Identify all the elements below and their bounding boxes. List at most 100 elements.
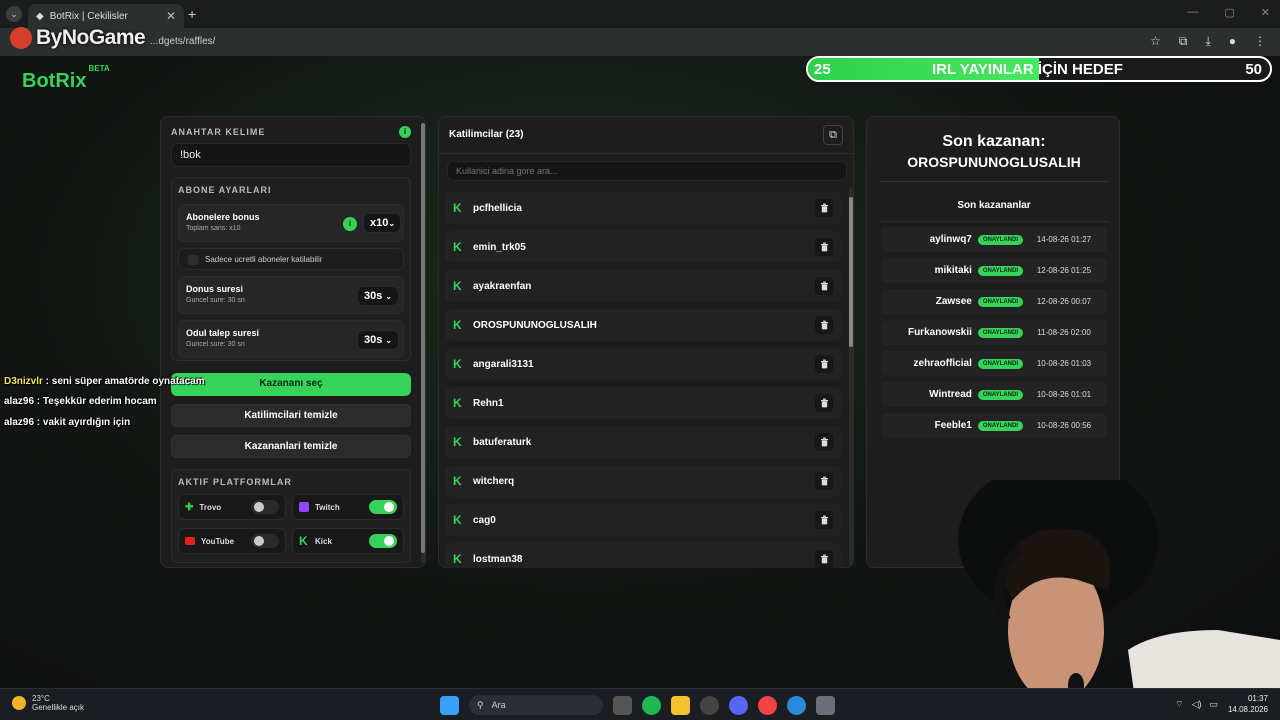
trash-icon[interactable] [815,199,833,217]
battery-icon[interactable]: ▭ [1209,699,1218,710]
download-icon[interactable]: ⤓ [1205,34,1210,49]
browser-tab[interactable]: ◆ BotRix | Cekilisler ✕ [28,4,184,28]
participant-row: Kayakraenfan [445,270,841,302]
winner-date: 14-08-26 01:27 [1036,235,1092,244]
winner-row: mikitaki ONAYLANDI 12-08-26 01:25 [881,258,1107,283]
sub-bonus-select[interactable]: x10 ⌄ [363,213,401,233]
kick-icon: K [453,239,462,254]
chat-user: D3nizvlr [4,376,43,387]
trash-icon[interactable] [815,511,833,529]
sub-only-row[interactable]: Sadece ucretli aboneler katilabilir [178,248,404,270]
tab-search-dropdown[interactable]: ⌄ [6,6,22,22]
spin-duration-select[interactable]: 30s ⌄ [357,286,399,306]
winner-row: zehraofficial ONAYLANDI 10-08-26 01:03 [881,351,1107,376]
clock-time: 01:37 [1247,694,1268,703]
divider [879,221,1109,222]
url-text[interactable]: ...dgets/raffles/ [150,36,215,47]
clear-winners-button[interactable]: Kazananlari temizle [171,435,411,458]
sub-bonus-title: Abonelere bonus [186,212,260,222]
kick-toggle[interactable] [369,534,397,548]
platform-twitch-label: Twitch [315,502,340,512]
windows-start-icon[interactable] [440,695,459,715]
sub-only-checkbox[interactable] [188,255,198,265]
participant-row: Kcag0 [445,504,841,536]
platform-kick-label: Kick [315,536,332,546]
goal-target: 50 [1245,61,1262,78]
taskbar-clock[interactable]: 01:37 14.08.2026 [1228,693,1268,715]
status-badge: ONAYLANDI [977,296,1023,307]
participants-title: Katilimcilar (23) [449,129,524,140]
winner-row: Furkanowskii ONAYLANDI 11-08-26 02:00 [881,320,1107,345]
participant-name: Rehn1 [473,397,504,409]
participants-scrollbar[interactable] [849,187,853,565]
bookmark-star-icon[interactable]: ☆ [1150,34,1161,49]
profile-avatar-icon[interactable]: ● [1229,34,1236,49]
taskbar-search-label: Ara [491,700,506,710]
address-bar: ...dgets/raffles/ ☆ ⧉ ⤓ ● ⋮ [0,28,1280,56]
new-tab-button[interactable]: + [188,6,196,22]
twitch-toggle[interactable] [369,500,397,514]
weather-widget[interactable]: 23°C Genellikle açık [12,694,84,712]
file-explorer-icon[interactable] [671,695,690,715]
keyword-info-icon[interactable]: i [399,126,411,138]
winner-name: mikitaki [934,265,972,276]
trash-icon[interactable] [815,394,833,412]
close-window-button[interactable]: ✕ [1261,6,1270,19]
participants-scroll-thumb[interactable] [849,197,853,347]
clear-participants-button[interactable]: Katilimcilari temizle [171,404,411,427]
kick-icon: K [453,551,462,566]
claim-duration-value: 30s [364,334,383,346]
status-badge: ONAYLANDI [977,389,1023,400]
volume-icon[interactable]: ◁) [1192,699,1202,710]
system-tray[interactable]: ⌔ ◁) ▭ [1175,699,1218,710]
edge-icon[interactable] [787,695,806,715]
app-icon[interactable] [816,695,835,715]
copy-icon[interactable]: ⧉ [823,125,843,145]
winner-name: Feeble1 [934,420,972,431]
status-badge: ONAYLANDI [977,265,1023,276]
chrome-icon[interactable] [758,695,777,715]
trash-icon[interactable] [815,277,833,295]
raffle-settings-panel: ANAHTAR KELIME i !bok ABONE AYARLARI Abo… [160,116,426,568]
pick-winner-button[interactable]: Kazananı seç [171,373,411,396]
brand-logo[interactable]: BotRixBETA [22,64,110,93]
sub-bonus-info-icon[interactable]: i [343,217,357,231]
spin-duration-row: Donus suresi Guncel sure: 30 sn 30s ⌄ [178,276,404,314]
youtube-toggle[interactable] [251,534,279,548]
settings-scrollbar[interactable] [421,123,425,563]
trash-icon[interactable] [815,238,833,256]
claim-duration-select[interactable]: 30s ⌄ [357,330,399,350]
kick-icon: K [453,200,462,215]
trash-icon[interactable] [815,550,833,568]
obs-icon[interactable] [700,695,719,715]
winner-date: 12-08-26 01:25 [1036,266,1092,275]
participant-name: emin_trk05 [473,241,526,253]
taskbar-search[interactable]: ⚲ Ara [469,695,603,715]
trash-icon[interactable] [815,472,833,490]
task-view-icon[interactable] [613,695,632,715]
maximize-button[interactable]: ▢ [1224,6,1234,19]
winner-date: 10-08-26 01:03 [1036,359,1092,368]
platforms-label: AKTIF PLATFORMLAR [178,477,292,487]
tab-close-icon[interactable]: ✕ [166,9,176,23]
spotify-icon[interactable] [642,695,661,715]
trash-icon[interactable] [815,433,833,451]
extensions-icon[interactable]: ⧉ [1179,34,1188,49]
goal-bar: 25 IRL YAYINLAR İÇİN HEDEF 50 [806,56,1272,82]
brand-tag: BETA [88,64,110,74]
keyword-input[interactable]: !bok [171,143,411,167]
participant-search-input[interactable] [447,161,847,181]
discord-icon[interactable] [729,695,748,715]
weather-desc: Genellikle açık [32,703,85,712]
menu-kebab-icon[interactable]: ⋮ [1254,34,1266,49]
clock-date: 14.08.2026 [1227,705,1268,714]
webcam-streamer-image [958,480,1280,720]
weather-temp: 23°C [32,694,50,703]
settings-scroll-thumb[interactable] [421,123,425,553]
overlay-logo-icon [10,27,32,49]
wifi-icon[interactable]: ⌔ [1175,699,1183,710]
trovo-toggle[interactable] [251,500,279,514]
trash-icon[interactable] [815,355,833,373]
trash-icon[interactable] [815,316,833,334]
minimize-button[interactable]: — [1187,6,1198,19]
